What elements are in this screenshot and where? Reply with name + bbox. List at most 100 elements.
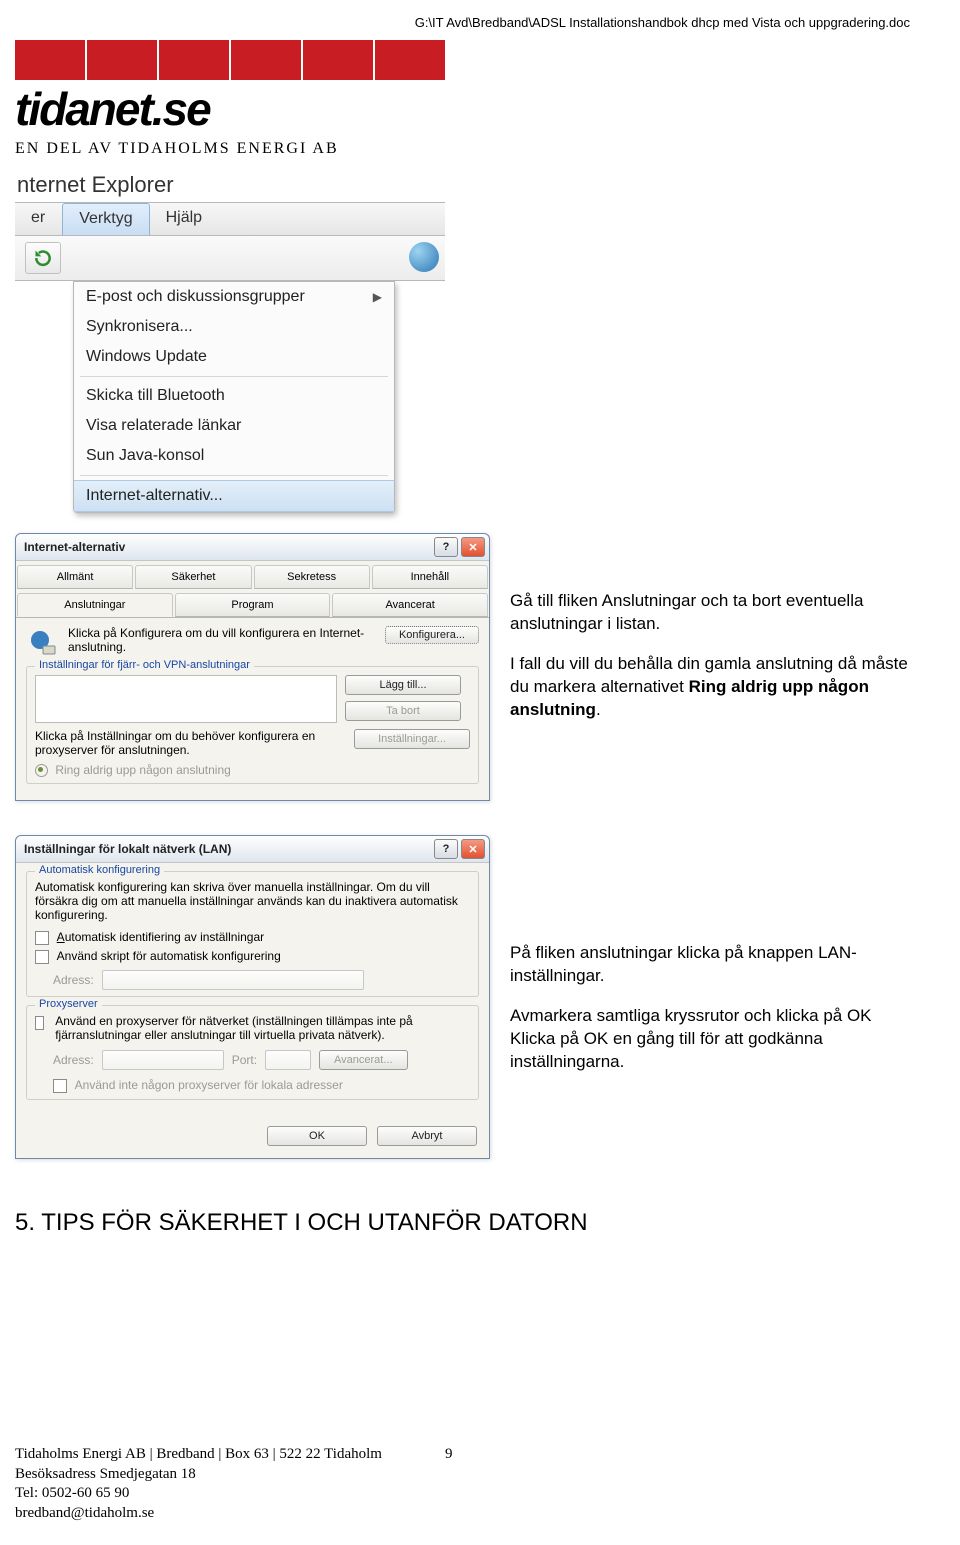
adress-label: Adress: xyxy=(53,973,94,987)
chk-script-label: Använd skript för automatisk konfigureri… xyxy=(57,949,281,963)
menu-epost[interactable]: E-post och diskussionsgrupper ▶ xyxy=(74,282,394,312)
logo-bars xyxy=(15,40,910,80)
proxy-port-input[interactable] xyxy=(265,1050,311,1070)
refresh-icon[interactable] xyxy=(25,242,61,274)
menu-bluetooth-label: Skicka till Bluetooth xyxy=(86,387,225,405)
ie-screenshot: nternet Explorer er Verktyg Hjälp E-post… xyxy=(15,166,445,513)
chk-use-script[interactable]: Använd skript för automatisk konfigureri… xyxy=(35,949,470,964)
menu-epost-label: E-post och diskussionsgrupper xyxy=(86,288,305,306)
submenu-arrow-icon: ▶ xyxy=(373,290,382,304)
radio-ring-aldrig[interactable]: Ring aldrig upp någon anslutning xyxy=(35,763,470,777)
vpn-groupbox: Inställningar för fjärr- och VPN-anslutn… xyxy=(26,666,479,784)
ie-menubar: er Verktyg Hjälp xyxy=(15,202,445,236)
tab-program[interactable]: Program xyxy=(175,593,331,617)
ia-titlebar: Internet-alternativ ? ✕ xyxy=(16,534,489,561)
auto-config-legend: Automatisk konfigurering xyxy=(35,864,164,876)
logo-text: tidanet.se xyxy=(15,82,910,136)
logo-block: tidanet.se EN DEL AV TIDAHOLMS ENERGI AB xyxy=(15,40,910,158)
tab-sekretess[interactable]: Sekretess xyxy=(254,565,370,589)
proxy-port-label: Port: xyxy=(232,1053,257,1067)
ta-bort-button[interactable]: Ta bort xyxy=(345,701,461,721)
ia-tabs-row1: Allmänt Säkerhet Sekretess Innehåll xyxy=(16,561,489,590)
menu-relaterade[interactable]: Visa relaterade länkar xyxy=(74,411,394,441)
menu-internetalternativ[interactable]: Internet-alternativ... xyxy=(74,480,394,512)
adress-input[interactable] xyxy=(102,970,364,990)
menubar-verktyg[interactable]: Verktyg xyxy=(62,203,149,235)
close-button[interactable]: ✕ xyxy=(461,537,485,557)
menu-relaterade-label: Visa relaterade länkar xyxy=(86,417,241,435)
vpn-listbox[interactable] xyxy=(35,675,337,723)
avancerat-button[interactable]: Avancerat... xyxy=(319,1050,408,1070)
ia-tabs-row2: Anslutningar Program Avancerat xyxy=(16,589,489,618)
footer: Tidaholms Energi AB | Bredband | Box 63 … xyxy=(15,1445,910,1523)
chk-auto-label: utomatisk identifiering av inställningar xyxy=(65,930,264,944)
proxy-adress-input[interactable] xyxy=(102,1050,224,1070)
menu-winupdate-label: Windows Update xyxy=(86,348,207,366)
menubar-truncated[interactable]: er xyxy=(15,203,62,235)
globe-connect-icon xyxy=(26,626,60,660)
tab-avancerat[interactable]: Avancerat xyxy=(332,593,488,617)
chk-auto-detect[interactable]: Automatisk identifiering av inställninga… xyxy=(35,930,470,945)
globe-icon xyxy=(409,242,439,272)
avbryt-button[interactable]: Avbryt xyxy=(377,1126,477,1146)
menu-sync-label: Synkronisera... xyxy=(86,318,193,336)
installningar-button[interactable]: Inställningar... xyxy=(354,729,470,749)
logo-subtitle: EN DEL AV TIDAHOLMS ENERGI AB xyxy=(15,140,910,158)
vpn-group-legend: Inställningar för fjärr- och VPN-anslutn… xyxy=(35,659,254,671)
konfigurera-button[interactable]: Konfigurera... xyxy=(385,626,479,644)
tab-innehall[interactable]: Innehåll xyxy=(372,565,488,589)
close-button[interactable]: ✕ xyxy=(461,839,485,859)
instr2-p2: Avmarkera samtliga kryssrutor och klicka… xyxy=(510,1006,872,1025)
page-number: 9 xyxy=(445,1445,453,1465)
section-5-heading: 5. TIPS FÖR SÄKERHET I OCH UTANFÖR DATOR… xyxy=(15,1209,910,1237)
lan-settings-window: Inställningar för lokalt nätverk (LAN) ?… xyxy=(15,835,490,1158)
footer-line4: bredband@tidaholm.se xyxy=(15,1504,910,1524)
proxy-legend: Proxyserver xyxy=(35,998,102,1010)
instr2-p3: Klicka på OK en gång till för att godkän… xyxy=(510,1029,823,1071)
checkbox-icon xyxy=(35,1016,44,1030)
radio-ring-label: Ring aldrig upp någon anslutning xyxy=(55,763,230,777)
chk-local-label: Använd inte någon proxyserver för lokala… xyxy=(75,1078,343,1092)
menu-java[interactable]: Sun Java-konsol xyxy=(74,441,394,471)
chk-use-proxy[interactable]: Använd en proxyserver för nätverket (ins… xyxy=(35,1014,470,1042)
ie-window-title: nternet Explorer xyxy=(15,166,445,202)
auto-config-text: Automatisk konfigurering kan skriva över… xyxy=(35,880,470,922)
lan-titlebar: Inställningar för lokalt nätverk (LAN) ?… xyxy=(16,836,489,863)
menu-winupdate[interactable]: Windows Update xyxy=(74,342,394,372)
lagg-till-button[interactable]: Lägg till... xyxy=(345,675,461,695)
instructions-block-1: Gå till fliken Anslutningar och ta bort … xyxy=(510,573,910,739)
menu-java-label: Sun Java-konsol xyxy=(86,447,204,465)
instructions-block-2: På fliken anslutningar klicka på knappen… xyxy=(510,925,910,1091)
menu-sync[interactable]: Synkronisera... xyxy=(74,312,394,342)
instr1-p2c: . xyxy=(596,700,601,719)
document-path: G:\IT Avd\Bredband\ADSL Installationshan… xyxy=(15,15,910,30)
chk-auto-label-u: A xyxy=(57,930,65,944)
instr1-p1: Gå till fliken Anslutningar och ta bort … xyxy=(510,590,910,636)
chk-proxy-label: Använd en proxyserver för nätverket (ins… xyxy=(55,1014,470,1042)
lan-title: Inställningar för lokalt nätverk (LAN) xyxy=(24,842,231,856)
tab-sakerhet[interactable]: Säkerhet xyxy=(135,565,251,589)
radio-icon xyxy=(35,764,48,777)
proxy-groupbox: Proxyserver Använd en proxyserver för nä… xyxy=(26,1005,479,1100)
auto-config-groupbox: Automatisk konfigurering Automatisk konf… xyxy=(26,871,479,997)
tab-anslutningar[interactable]: Anslutningar xyxy=(17,593,173,617)
internet-alternativ-window: Internet-alternativ ? ✕ Allmänt Säkerhet… xyxy=(15,533,490,801)
instr2-p1: På fliken anslutningar klicka på knappen… xyxy=(510,942,910,988)
help-button[interactable]: ? xyxy=(434,537,458,557)
tab-allmant[interactable]: Allmänt xyxy=(17,565,133,589)
menu-separator xyxy=(80,475,388,476)
footer-line3: Tel: 0502-60 65 90 xyxy=(15,1484,910,1504)
chk-bypass-local[interactable]: Använd inte någon proxyserver för lokala… xyxy=(53,1078,470,1093)
menu-separator xyxy=(80,376,388,377)
footer-line2: Besöksadress Smedjegatan 18 xyxy=(15,1465,910,1485)
help-button[interactable]: ? xyxy=(434,839,458,859)
ok-button[interactable]: OK xyxy=(267,1126,367,1146)
checkbox-icon xyxy=(35,950,49,964)
ie-toolbar xyxy=(15,236,445,281)
menu-bluetooth[interactable]: Skicka till Bluetooth xyxy=(74,381,394,411)
checkbox-icon xyxy=(35,931,49,945)
menu-internetalternativ-label: Internet-alternativ... xyxy=(86,487,223,505)
instr1-p2: I fall du vill du behålla din gamla ansl… xyxy=(510,653,910,722)
instr2-p2-3: Avmarkera samtliga kryssrutor och klicka… xyxy=(510,1005,910,1074)
menubar-hjalp[interactable]: Hjälp xyxy=(150,203,219,235)
